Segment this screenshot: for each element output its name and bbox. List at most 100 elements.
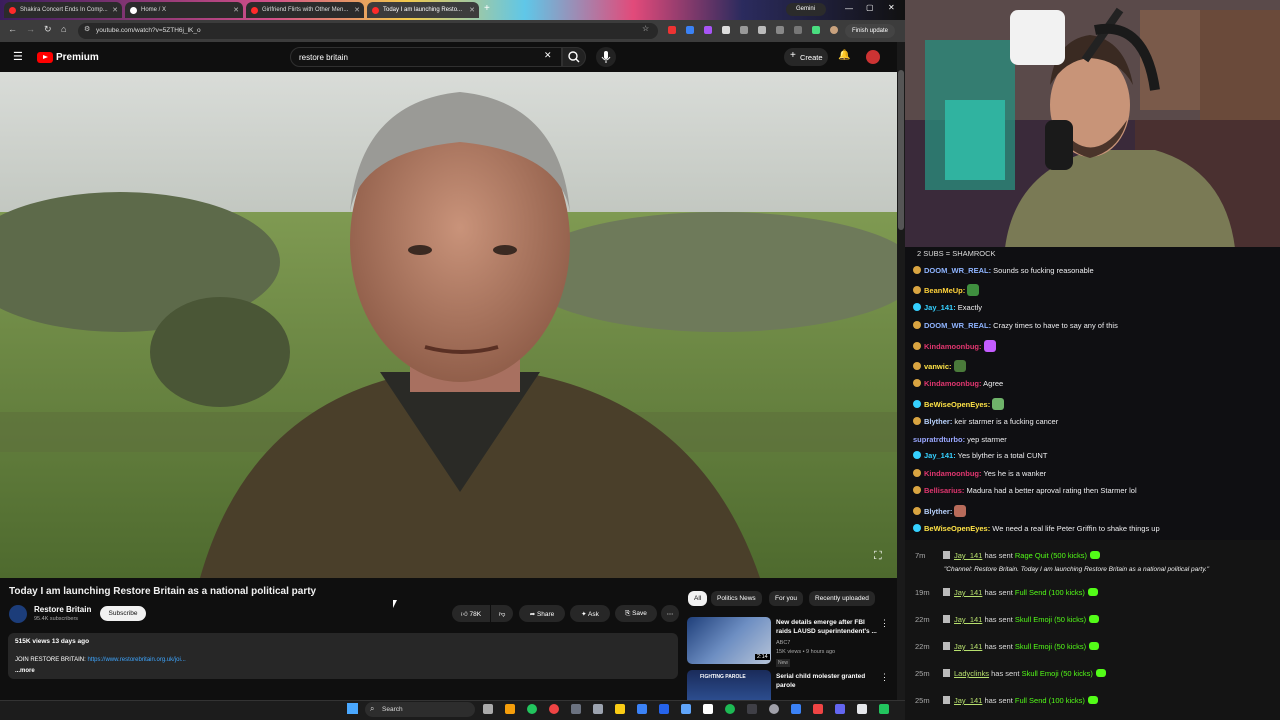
- finish-update-button[interactable]: Finish update: [845, 24, 895, 38]
- bookmark-star-icon[interactable]: ☆: [642, 24, 649, 33]
- app-icon[interactable]: [857, 704, 867, 714]
- app-icon[interactable]: [505, 704, 515, 714]
- extension-icon[interactable]: [812, 26, 820, 34]
- chip-all[interactable]: All: [688, 591, 708, 606]
- clear-search-icon[interactable]: ✕: [544, 50, 552, 61]
- kick-username[interactable]: Jay_141: [954, 615, 982, 624]
- app-icon[interactable]: [681, 704, 691, 714]
- windows-start-icon[interactable]: [347, 703, 358, 714]
- extension-icon[interactable]: [722, 26, 730, 34]
- chat-username[interactable]: BeanMeUp:: [924, 286, 965, 295]
- chat-username[interactable]: Jay_141:: [924, 451, 956, 460]
- more-vertical-icon[interactable]: ⋮: [880, 672, 889, 683]
- close-window-icon[interactable]: ✕: [888, 3, 895, 12]
- recommendation-title[interactable]: Serial child molester granted parole: [776, 672, 881, 690]
- chip-recently-uploaded[interactable]: Recently uploaded: [809, 591, 875, 606]
- notifications-bell-icon[interactable]: 🔔: [838, 50, 850, 61]
- extension-icon[interactable]: [686, 26, 694, 34]
- search-input[interactable]: restore britain: [290, 47, 562, 67]
- scrollbar-thumb[interactable]: [898, 70, 904, 230]
- dislike-button[interactable]: 👎︎: [491, 605, 513, 622]
- close-icon[interactable]: ✕: [354, 6, 360, 14]
- youtube-logo-icon[interactable]: [37, 52, 53, 63]
- app-icon[interactable]: [747, 704, 757, 714]
- chat-username[interactable]: Kindamoonbug:: [924, 469, 982, 478]
- save-button[interactable]: ⎘ Save: [615, 605, 657, 622]
- tab-girlfriend[interactable]: Girlfriend Flirts with Other Men... ✕: [246, 2, 364, 18]
- chat-username[interactable]: Blyther:: [924, 417, 952, 426]
- extension-icon[interactable]: [740, 26, 748, 34]
- chip-for-you[interactable]: For you: [769, 591, 804, 606]
- app-icon[interactable]: [637, 704, 647, 714]
- chat-username[interactable]: Bellisarius:: [924, 486, 964, 495]
- app-icon[interactable]: [549, 704, 559, 714]
- description-box[interactable]: [8, 633, 678, 679]
- chat-username[interactable]: DOOM_WR_REAL:: [924, 266, 991, 275]
- recommendation-title[interactable]: New details emerge after FBI raids LAUSD…: [776, 618, 881, 636]
- close-icon[interactable]: ✕: [469, 6, 475, 14]
- sidebar-icon[interactable]: [794, 26, 802, 34]
- app-icon[interactable]: [593, 704, 603, 714]
- channel-avatar[interactable]: [9, 605, 27, 623]
- close-icon[interactable]: ✕: [112, 6, 118, 14]
- chat-username[interactable]: DOOM_WR_REAL:: [924, 321, 991, 330]
- kick-username[interactable]: Jay_141: [954, 642, 982, 651]
- chrome-icon[interactable]: [527, 704, 537, 714]
- url-field[interactable]: youtube.com/watch?v=5ZTH6j_lK_o: [78, 23, 658, 39]
- maximize-icon[interactable]: ▢: [866, 3, 874, 12]
- kick-username[interactable]: Jay_141: [954, 588, 982, 597]
- minimize-icon[interactable]: —: [845, 4, 853, 13]
- ask-button[interactable]: ✦ Ask: [570, 605, 610, 622]
- app-icon[interactable]: [813, 704, 823, 714]
- search-button[interactable]: [562, 47, 586, 67]
- app-icon[interactable]: [769, 704, 779, 714]
- like-button[interactable]: 👍︎ 78K: [452, 605, 490, 622]
- reload-icon[interactable]: ↻: [44, 24, 52, 35]
- new-tab-icon[interactable]: +: [484, 3, 490, 14]
- menu-icon[interactable]: ☰: [13, 50, 23, 63]
- chat-username[interactable]: Jay_141:: [924, 303, 956, 312]
- forward-icon[interactable]: →: [26, 24, 35, 34]
- back-icon[interactable]: ←: [8, 24, 17, 34]
- gemini-button[interactable]: Gemini: [786, 3, 826, 16]
- chat-username[interactable]: Kindamoonbug:: [924, 379, 982, 388]
- kick-username[interactable]: Jay_141: [954, 551, 982, 560]
- kick-username[interactable]: Ladyclinks: [954, 669, 989, 678]
- show-more-link[interactable]: ...more: [15, 668, 35, 674]
- description-link[interactable]: https://www.restorebritain.org.uk/joi...: [87, 657, 185, 663]
- spotify-icon[interactable]: [725, 704, 735, 714]
- puzzle-icon[interactable]: [758, 26, 766, 34]
- home-icon[interactable]: ⌂: [61, 24, 66, 34]
- chip-politics-news[interactable]: Politics News: [711, 591, 762, 606]
- extension-icon[interactable]: [704, 26, 712, 34]
- extension-icon[interactable]: [776, 26, 784, 34]
- site-info-icon[interactable]: ⚙: [84, 25, 90, 33]
- channel-name[interactable]: Restore Britain: [34, 605, 91, 614]
- kick-username[interactable]: Jay_141: [954, 696, 982, 705]
- chat-username[interactable]: Kindamoonbug:: [924, 342, 982, 351]
- video-player[interactable]: ⛶: [0, 72, 897, 578]
- app-icon[interactable]: [703, 704, 713, 714]
- chat-username[interactable]: BeWiseOpenEyes:: [924, 524, 990, 533]
- chat-username[interactable]: supratrdturbo:: [913, 435, 965, 444]
- app-icon[interactable]: [835, 704, 845, 714]
- taskbar-search[interactable]: ⌕ Search: [365, 702, 475, 717]
- more-actions-button[interactable]: ⋯: [661, 605, 679, 622]
- app-icon[interactable]: [791, 704, 801, 714]
- more-vertical-icon[interactable]: ⋮: [880, 618, 889, 629]
- voice-search-button[interactable]: [596, 47, 616, 67]
- app-icon[interactable]: [879, 704, 889, 714]
- profile-avatar-icon[interactable]: [830, 26, 838, 34]
- create-button[interactable]: + Create: [784, 48, 828, 66]
- extension-icon[interactable]: [668, 26, 676, 34]
- app-icon[interactable]: [571, 704, 581, 714]
- chat-username[interactable]: BeWiseOpenEyes:: [924, 400, 990, 409]
- tab-restore-britain[interactable]: Today I am launching Resto... ✕: [367, 2, 479, 18]
- chat-username[interactable]: Blyther:: [924, 507, 952, 516]
- chat-username[interactable]: vanwic:: [924, 362, 952, 371]
- close-icon[interactable]: ✕: [233, 6, 239, 14]
- share-button[interactable]: ➦ Share: [519, 605, 565, 622]
- tab-shakira[interactable]: Shakira Concert Ends In Comp... ✕: [4, 2, 122, 18]
- task-view-icon[interactable]: [483, 704, 493, 714]
- tab-x-home[interactable]: Home / X ✕: [125, 2, 243, 18]
